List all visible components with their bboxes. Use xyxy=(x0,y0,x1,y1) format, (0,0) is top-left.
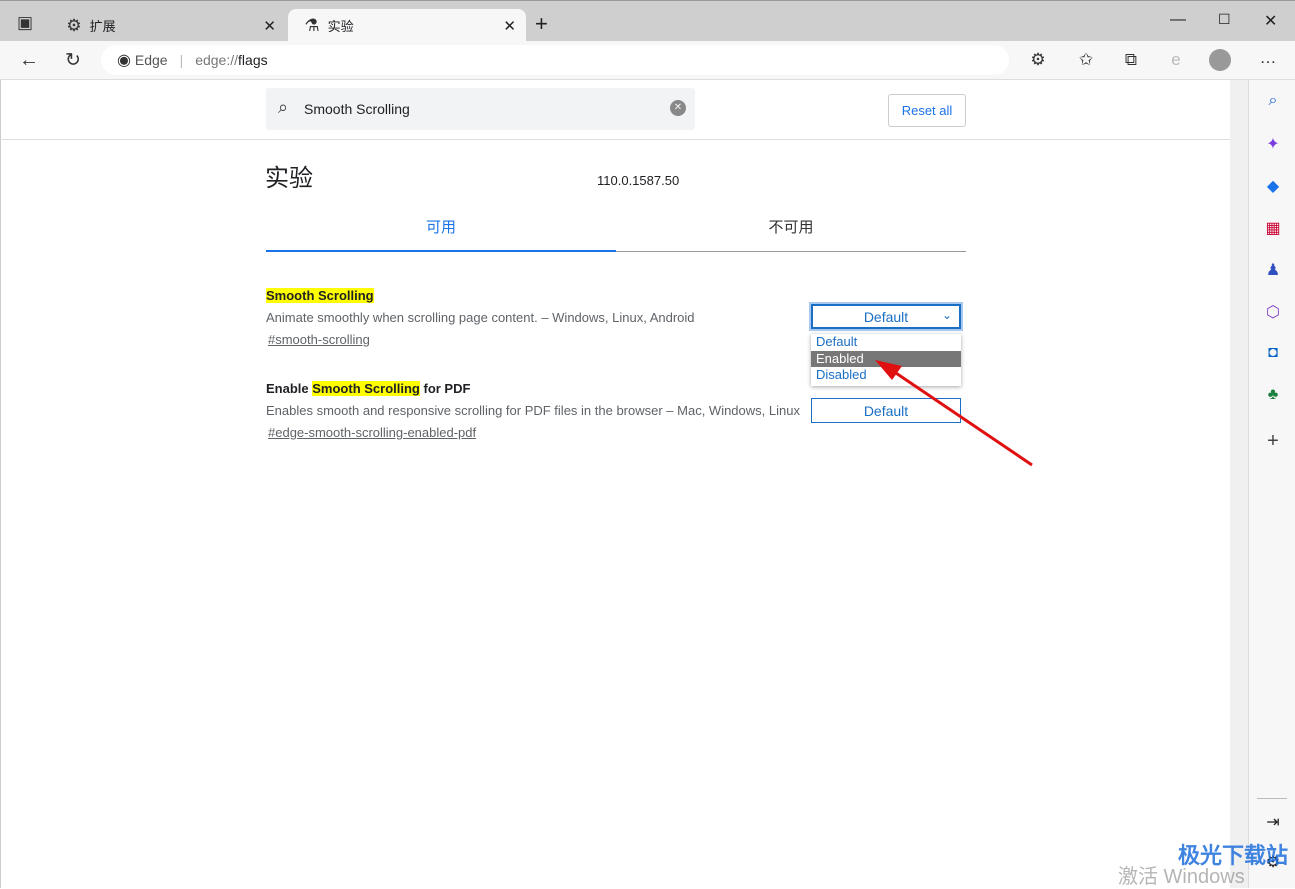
refresh-icon[interactable]: ↻ xyxy=(61,49,85,72)
address-bar[interactable]: ◉ Edge | edge://flags xyxy=(101,45,1009,75)
page-content xyxy=(0,80,1230,888)
page-title: 实验 xyxy=(265,165,313,192)
tab-strip: ▣ ⚙ 扩展 ✕ ⚗ 实验 ✕ + — ☐ ✕ xyxy=(0,0,1295,42)
back-icon[interactable]: ← xyxy=(17,49,41,72)
annotation-arrow xyxy=(875,360,1033,467)
flag-title: Smooth Scrolling xyxy=(266,288,374,303)
url-main: flags xyxy=(238,52,268,68)
games-icon[interactable]: ♟ xyxy=(1263,260,1283,280)
tab-unavailable[interactable]: 不可用 xyxy=(616,208,966,252)
search-icon: ⌕ xyxy=(278,97,289,117)
flag-description: Enables smooth and responsive scrolling … xyxy=(266,403,800,418)
url-prefix: edge:// xyxy=(195,52,239,68)
version: 110.0.1587.50 xyxy=(597,173,680,188)
puzzle-icon: ⚙ xyxy=(66,15,82,35)
favorites-icon[interactable]: ✩ xyxy=(1074,50,1098,70)
tab-extensions[interactable]: ⚙ 扩展 ✕ xyxy=(50,9,286,42)
tools-icon[interactable]: ▦ xyxy=(1263,218,1283,238)
search-icon[interactable]: ⌕ xyxy=(1263,92,1283,110)
maximize-button[interactable]: ☐ xyxy=(1218,11,1231,28)
tab-actions-icon[interactable]: ▣ xyxy=(13,13,37,33)
search-input[interactable]: ⌕ Smooth Scrolling ✕ xyxy=(266,88,695,130)
edge-sidebar: ⌕ ✦ ◆ ▦ ♟ ⬡ ◘ ♣ + ⇥ ⚙ xyxy=(1248,80,1295,888)
office-icon[interactable]: ⬡ xyxy=(1263,302,1283,322)
flag-title: Enable Smooth Scrolling for PDF xyxy=(266,381,471,396)
chevron-down-icon: ⌄ xyxy=(941,308,952,322)
new-tab-button[interactable]: + xyxy=(535,11,548,37)
option-default[interactable]: Default xyxy=(811,334,961,351)
flag-link[interactable]: #smooth-scrolling xyxy=(268,332,370,347)
tab-label: 实验 xyxy=(327,19,354,34)
tab-label: 扩展 xyxy=(89,19,116,34)
brand-watermark: 极光下载站 xyxy=(1178,843,1289,868)
divider: | xyxy=(179,52,184,68)
divider xyxy=(1257,798,1287,799)
clear-search-icon[interactable]: ✕ xyxy=(670,100,686,116)
ie-mode-icon[interactable]: e xyxy=(1164,50,1188,70)
flag-link[interactable]: #edge-smooth-scrolling-enabled-pdf xyxy=(268,425,476,440)
tab-available[interactable]: 可用 xyxy=(266,208,616,252)
shopping-tag-icon[interactable]: ◆ xyxy=(1263,176,1283,196)
scrollbar[interactable] xyxy=(1230,80,1248,888)
search-value: Smooth Scrolling xyxy=(304,101,410,117)
tab-flags[interactable]: ⚗ 实验 ✕ xyxy=(288,9,526,42)
more-icon[interactable]: … xyxy=(1256,48,1280,68)
flask-icon: ⚗ xyxy=(304,15,320,35)
outlook-icon[interactable]: ◘ xyxy=(1263,344,1283,362)
avatar[interactable] xyxy=(1209,49,1231,71)
edge-logo-icon: ◉ xyxy=(117,52,131,69)
close-icon[interactable]: ✕ xyxy=(263,17,276,35)
flag-description: Animate smoothly when scrolling page con… xyxy=(266,310,695,325)
site-label: Edge xyxy=(134,52,168,68)
close-window-button[interactable]: ✕ xyxy=(1264,11,1277,31)
minimize-button[interactable]: — xyxy=(1170,11,1186,29)
extensions-icon[interactable]: ⚙ xyxy=(1026,50,1050,70)
close-icon[interactable]: ✕ xyxy=(503,17,516,35)
add-icon[interactable]: + xyxy=(1263,430,1283,453)
hide-sidebar-icon[interactable]: ⇥ xyxy=(1263,812,1283,832)
collections-icon[interactable]: ⧉ xyxy=(1119,50,1143,70)
copilot-icon[interactable]: ✦ xyxy=(1263,134,1283,154)
reset-all-button[interactable]: Reset all xyxy=(888,94,966,127)
flag-select[interactable]: Default ⌄ xyxy=(811,304,961,329)
tree-icon[interactable]: ♣ xyxy=(1263,386,1283,404)
